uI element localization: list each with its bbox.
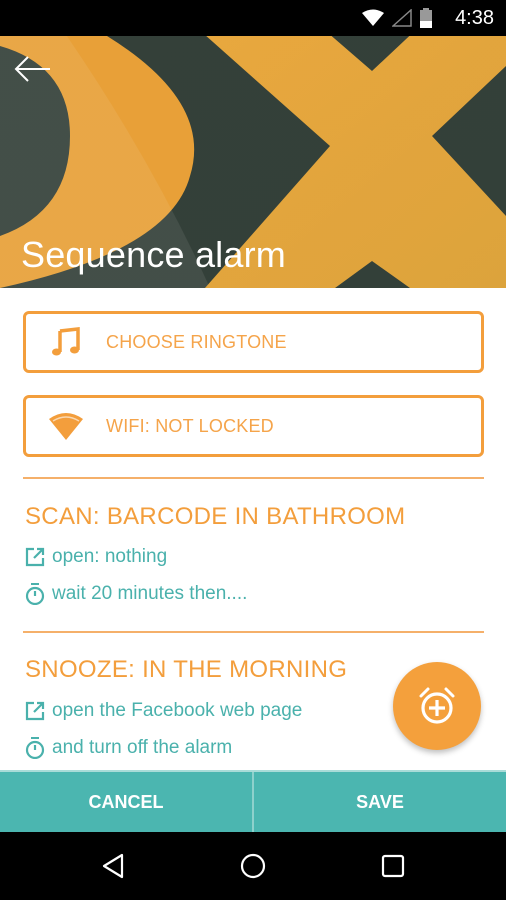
divider xyxy=(23,631,484,633)
step-title[interactable]: SCAN: BARCODE IN BATHROOM xyxy=(25,503,405,531)
back-icon xyxy=(102,853,124,879)
divider xyxy=(23,477,484,479)
page-title: Sequence alarm xyxy=(21,234,286,275)
battery-icon xyxy=(420,8,432,28)
cancel-button[interactable]: CANCEL xyxy=(0,772,252,832)
status-bar: 4:38 xyxy=(0,0,506,36)
cell-signal-icon xyxy=(392,9,412,27)
action-bar: CANCEL SAVE xyxy=(0,770,506,832)
header-banner: Sequence alarm xyxy=(0,36,506,288)
nav-recents-button[interactable] xyxy=(377,850,409,882)
timer-icon xyxy=(25,583,45,605)
step-action[interactable]: open: nothing xyxy=(24,546,167,568)
add-alarm-step-button[interactable] xyxy=(393,662,481,750)
wifi-icon xyxy=(49,413,83,440)
step-wait-text: wait 20 minutes then.... xyxy=(52,583,248,604)
choose-ringtone-label: CHOOSE RINGTONE xyxy=(106,331,287,352)
choose-ringtone-button[interactable]: CHOOSE RINGTONE xyxy=(23,311,484,373)
add-alarm-icon xyxy=(419,687,455,724)
navigation-bar xyxy=(0,832,506,900)
recents-icon xyxy=(381,854,405,878)
step-action-text: open the Facebook web page xyxy=(52,700,303,721)
wifi-lock-label: WIFI: NOT LOCKED xyxy=(106,415,274,436)
status-time: 4:38 xyxy=(455,7,494,29)
nav-home-button[interactable] xyxy=(237,850,269,882)
open-external-icon xyxy=(25,547,45,567)
timer-icon xyxy=(25,737,45,759)
wifi-lock-button[interactable]: WIFI: NOT LOCKED xyxy=(23,395,484,457)
step-wait[interactable]: wait 20 minutes then.... xyxy=(24,583,247,605)
home-icon xyxy=(240,853,266,879)
step-wait-text: and turn off the alarm xyxy=(52,737,233,758)
arrow-back-icon xyxy=(14,56,50,82)
step-action[interactable]: open the Facebook web page xyxy=(24,700,302,722)
nav-back-button[interactable] xyxy=(97,850,129,882)
step-action-text: open: nothing xyxy=(52,546,168,567)
status-icons xyxy=(362,8,432,28)
open-external-icon xyxy=(25,701,45,721)
step-wait[interactable]: and turn off the alarm xyxy=(24,737,232,759)
save-button[interactable]: SAVE xyxy=(254,772,506,832)
step-title[interactable]: SNOOZE: IN THE MORNING xyxy=(25,656,347,684)
music-note-icon xyxy=(52,327,80,356)
wifi-icon xyxy=(362,9,384,26)
back-button[interactable] xyxy=(12,52,56,92)
